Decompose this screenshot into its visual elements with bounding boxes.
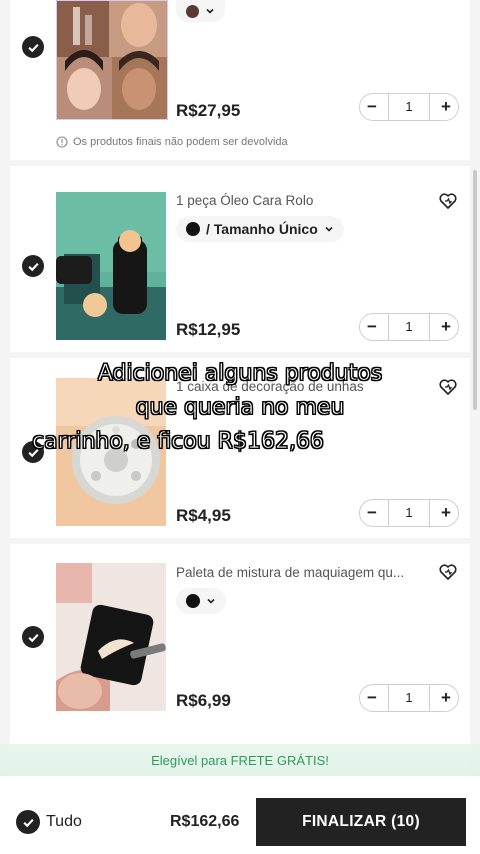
decrease-button[interactable]: − [360, 315, 384, 339]
cart-screen: R$27,95 − 1 + Os produtos finais não pod… [0, 0, 480, 854]
quantity-value[interactable]: 1 [388, 94, 430, 120]
heart-plus-icon[interactable] [438, 562, 458, 582]
increase-button[interactable]: + [434, 686, 458, 710]
quantity-value[interactable]: 1 [388, 685, 430, 711]
increase-button[interactable]: + [434, 501, 458, 525]
chevron-down-icon [207, 598, 215, 604]
color-swatch [186, 222, 200, 236]
item-4-thumbnail[interactable] [56, 563, 166, 711]
return-policy-text: Os produtos finais não podem ser devolvi… [73, 136, 288, 148]
checkout-bar: Tudo R$162,66 FINALIZAR (10) [0, 776, 480, 854]
item-1-checkbox[interactable] [22, 36, 44, 58]
check-icon [22, 818, 34, 827]
chevron-down-icon [325, 226, 333, 232]
free-shipping-banner: Elegível para FRETE GRÁTIS! [0, 744, 480, 776]
item-1-quantity-stepper: − 1 + [359, 93, 459, 121]
check-icon [27, 43, 39, 52]
free-shipping-text: Elegível para FRETE GRÁTIS! [151, 752, 329, 768]
item-4-title[interactable]: Paleta de mistura de maquiagem qu... [176, 565, 424, 580]
heart-plus-icon[interactable] [438, 191, 458, 211]
cart-total: R$162,66 [170, 813, 240, 830]
checkout-button[interactable]: FINALIZAR (10) [256, 798, 466, 846]
video-caption-line-2: que queria no meu [135, 395, 345, 421]
item-4-checkbox[interactable] [22, 626, 44, 648]
info-icon [56, 136, 68, 148]
decrease-button[interactable]: − [360, 95, 384, 119]
video-caption-line-3: carrinho, e ficou R$162,66 [32, 429, 325, 455]
video-caption-line-1: Adicionei alguns produtos [97, 361, 383, 387]
item-1-thumbnail[interactable] [56, 0, 168, 120]
select-all-label[interactable]: Tudo [46, 813, 82, 831]
quantity-value[interactable]: 1 [388, 314, 430, 340]
return-policy-note: Os produtos finais não podem ser devolvi… [56, 136, 288, 148]
item-2-title[interactable]: 1 peça Óleo Cara Rolo [176, 193, 424, 208]
item-3-quantity-stepper: − 1 + [359, 499, 459, 527]
item-4-quantity-stepper: − 1 + [359, 684, 459, 712]
item-2-price: R$12,95 [176, 320, 241, 339]
item-2-thumbnail[interactable] [56, 192, 166, 340]
item-1-variant-selector[interactable] [176, 0, 225, 22]
item-4-variant-selector[interactable] [176, 588, 226, 614]
chevron-down-icon [206, 8, 214, 14]
check-icon [27, 262, 39, 271]
color-swatch [186, 594, 200, 608]
select-all-checkbox[interactable] [16, 810, 40, 834]
increase-button[interactable]: + [434, 315, 458, 339]
check-icon [27, 633, 39, 642]
color-swatch [186, 4, 199, 18]
quantity-value[interactable]: 1 [388, 500, 430, 526]
item-4-price: R$6,99 [176, 691, 231, 710]
item-1-image [57, 1, 167, 119]
item-4-image [56, 563, 166, 711]
item-2-variant-selector[interactable]: / Tamanho Único [176, 216, 344, 242]
decrease-button[interactable]: − [360, 501, 384, 525]
increase-button[interactable]: + [434, 95, 458, 119]
item-3-price: R$4,95 [176, 506, 231, 525]
item-2-checkbox[interactable] [22, 255, 44, 277]
decrease-button[interactable]: − [360, 686, 384, 710]
item-1-price: R$27,95 [176, 101, 241, 120]
item-2-quantity-stepper: − 1 + [359, 313, 459, 341]
item-2-image [56, 192, 166, 340]
item-2-variant-label: / Tamanho Único [206, 221, 318, 237]
